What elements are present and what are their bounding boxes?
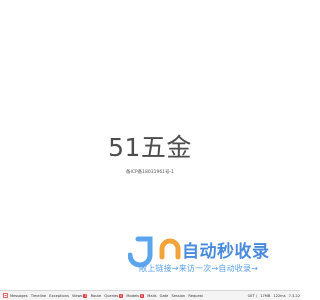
count-badge: 3 [83, 293, 88, 298]
count-badge: 0 [119, 293, 124, 298]
tab-route[interactable]: Route [91, 294, 101, 298]
tab-mails[interactable]: Mails [147, 294, 156, 298]
tab-label: Exceptions [49, 293, 69, 298]
tab-timeline[interactable]: Timeline [31, 294, 46, 298]
tab-queries[interactable]: Queries 0 [104, 293, 124, 298]
tab-label: Mails [147, 293, 157, 298]
memory-usage: 17MB [260, 293, 271, 298]
tab-label: Messages [10, 293, 28, 298]
debug-bar: Messages Timeline Exceptions Views 3 Rout… [0, 290, 300, 300]
page-title: 51五金 [108, 133, 192, 162]
tab-label: Request [188, 293, 203, 298]
tab-label: Models [126, 293, 140, 298]
debugbar-logo-icon[interactable] [2, 293, 8, 299]
count-badge: 0 [140, 293, 145, 298]
icp-link[interactable]: 备ICP备18031961号-1 [0, 169, 300, 175]
request-method[interactable]: GET / [248, 294, 258, 298]
tab-exceptions[interactable]: Exceptions [49, 294, 69, 298]
tab-gate[interactable]: Gate [160, 294, 169, 298]
tab-label: Route [90, 293, 102, 298]
tab-views[interactable]: Views 3 [72, 293, 88, 298]
debugbar-stats: GET / 17MB 122ms 7.3.22 [245, 294, 300, 298]
promo-logo-text: 自动秒收录 [182, 242, 270, 262]
tab-request[interactable]: Request [188, 294, 203, 298]
logo-mark-icon [128, 236, 181, 268]
php-version: 7.3.22 [288, 293, 300, 298]
tab-label: Views [72, 293, 83, 298]
tab-session[interactable]: Session [171, 294, 185, 298]
tab-label: Session [171, 293, 186, 298]
promo-tagline: 敞上链接→来访一次→自动收录→ [139, 264, 259, 273]
tab-label: Timeline [30, 293, 47, 298]
request-duration: 122ms [273, 293, 286, 298]
tab-messages[interactable]: Messages [10, 294, 28, 298]
tab-models[interactable]: Models 0 [126, 293, 145, 298]
tab-label: Queries [104, 293, 119, 298]
tab-label: Gate [159, 293, 169, 298]
